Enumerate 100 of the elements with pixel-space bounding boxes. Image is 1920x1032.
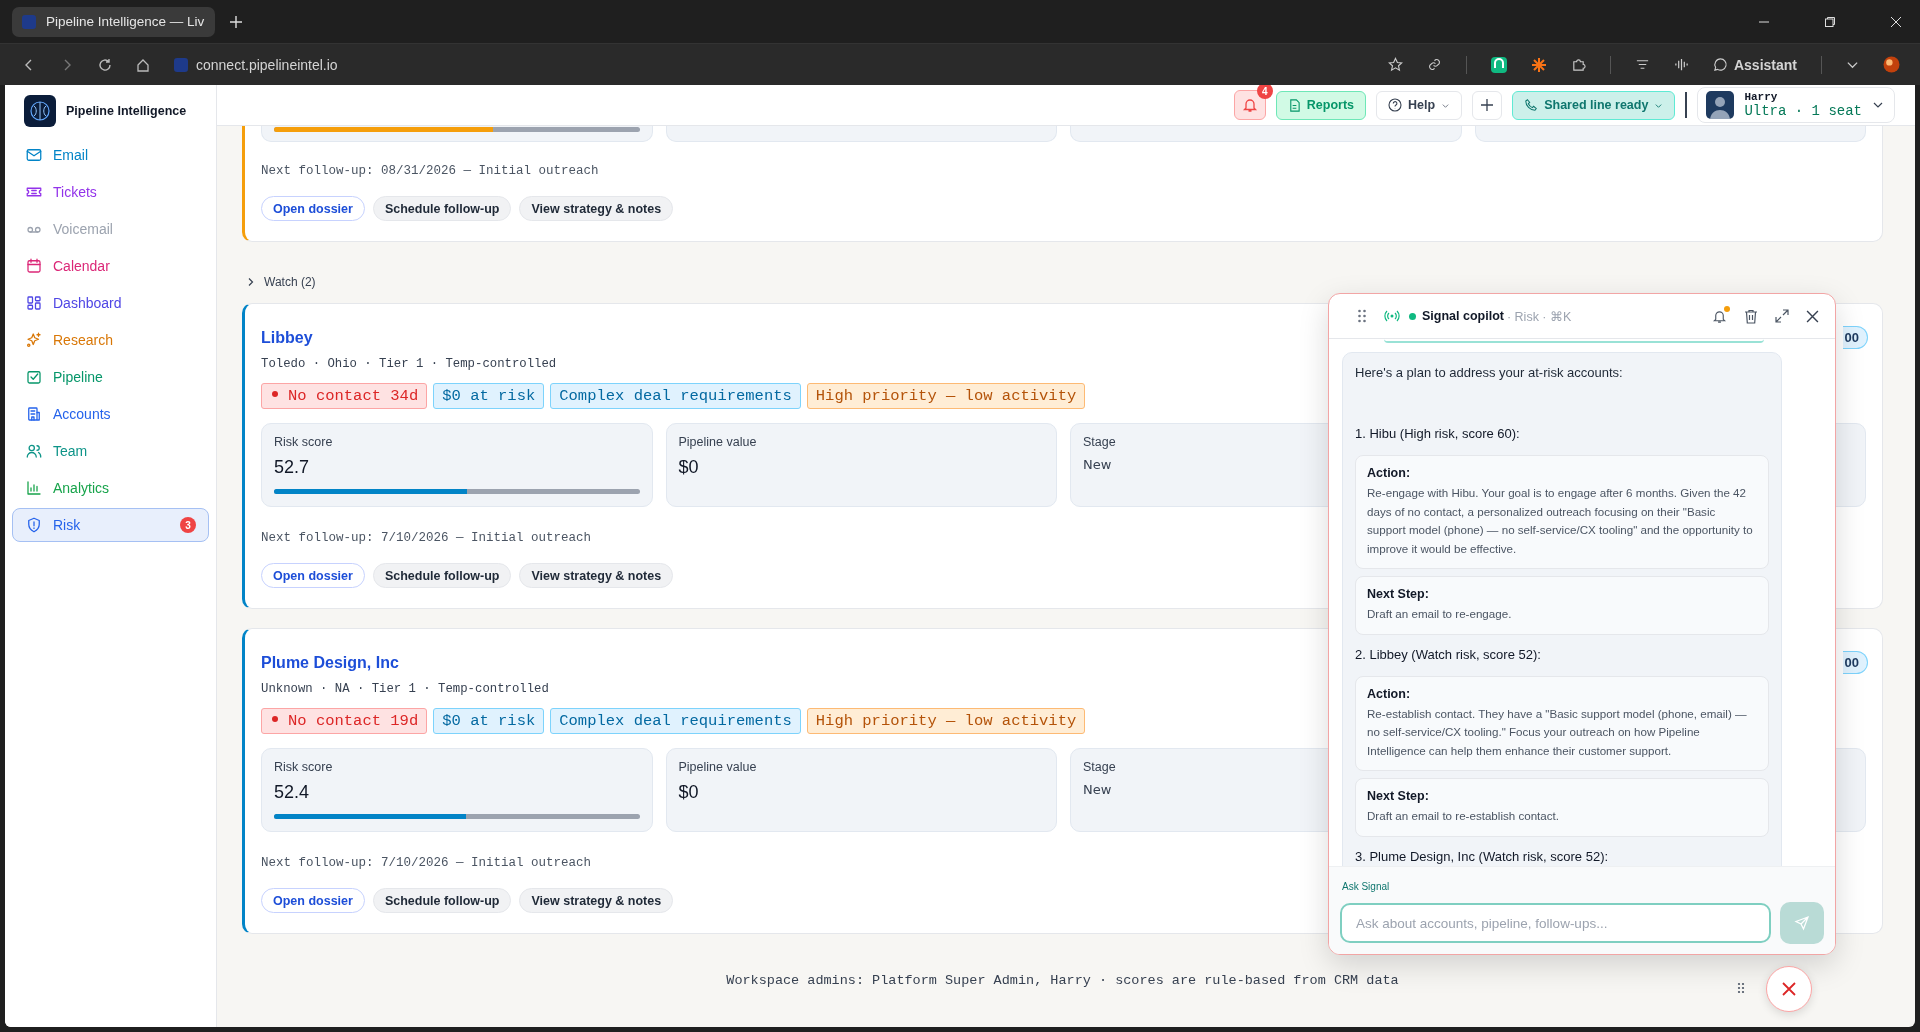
stat-label: Risk score [274, 760, 333, 774]
building-icon [25, 405, 43, 423]
link-icon[interactable] [1426, 57, 1442, 72]
next-follow-up: Next follow-up: 08/31/2026 — Initial outreach [261, 164, 599, 178]
user-menu[interactable]: Harry Ultra · 1 seat [1697, 87, 1895, 123]
plan-heading: 3. Plume Design, Inc (Watch risk, score 52): [1355, 848, 1610, 864]
sidebar-item[interactable]: Calendar [12, 249, 209, 283]
broadcast-icon [1384, 310, 1400, 322]
help-button[interactable]: Help [1376, 90, 1463, 120]
value-badge: 00 [1842, 651, 1868, 674]
stat-label: Pipeline value [678, 760, 757, 774]
sidebar-item[interactable]: Pipeline [12, 360, 209, 394]
profile-icon[interactable] [1883, 56, 1900, 73]
site-icon [174, 57, 188, 72]
brain-logo-icon [24, 95, 56, 127]
account-meta: Unknown · NA · Tier 1 · Temp-controlled [261, 682, 549, 696]
stat-value: New [1083, 782, 1112, 797]
sidebar-item[interactable]: Team [12, 434, 209, 468]
checkbox-icon [25, 368, 43, 386]
risk-tag: No contact 19d [261, 708, 428, 734]
trash-icon[interactable] [1744, 308, 1758, 324]
plus-icon [1480, 98, 1495, 112]
card-action-button[interactable]: Open dossier [261, 563, 365, 588]
risk-tag: No contact 34d [261, 383, 428, 409]
new-tab-icon[interactable] [229, 14, 243, 29]
account-name-link[interactable]: Libbey [261, 328, 313, 347]
chat-input-field[interactable]: Ask about accounts, pipeline, follow-ups... [1340, 903, 1771, 943]
calendar-icon [25, 257, 43, 275]
extension-icon[interactable] [1490, 56, 1507, 73]
stat-value: 52.7 [274, 457, 310, 478]
avatar-icon [1706, 91, 1735, 119]
sidebar-item[interactable]: Accounts [12, 397, 209, 431]
step-title: Action: [1367, 466, 1412, 480]
help-icon [1388, 98, 1403, 112]
account-meta: Toledo · Ohio · Tier 1 · Temp-controlled [261, 357, 557, 371]
card-action-button[interactable]: Schedule follow-up [372, 196, 512, 221]
star-icon[interactable] [1387, 57, 1403, 72]
card-action-button[interactable]: Schedule follow-up [372, 563, 512, 588]
dashboard-icon [25, 294, 43, 312]
expand-icon[interactable] [1775, 309, 1789, 323]
address-field[interactable]: connect.pipelineintel.io [196, 56, 338, 73]
risk-tag: High priority — low activity [806, 383, 1086, 409]
close-icon [1781, 981, 1797, 997]
card-action-button[interactable]: View strategy & notes [519, 196, 674, 221]
message-text: Here's a plan to address your at-risk accounts: [1355, 365, 1624, 380]
sparkle-icon [25, 331, 43, 349]
send-icon [1794, 915, 1810, 931]
browser-tab[interactable]: Pipeline Intelligence — Liv [12, 6, 215, 37]
puzzle-icon[interactable] [1570, 57, 1586, 72]
card-action-button[interactable]: Open dossier [261, 888, 365, 913]
stat-value: $0 [678, 457, 699, 478]
sidebar-item[interactable]: Email [12, 138, 209, 172]
stat-value: 52.4 [274, 782, 310, 803]
assistant-button[interactable]: Assistant [1712, 56, 1797, 73]
shield-icon [25, 516, 43, 534]
card-action-button[interactable]: Schedule follow-up [372, 888, 512, 913]
bell-icon [1241, 97, 1258, 113]
bar-chart-icon [25, 479, 43, 497]
close-icon[interactable] [1806, 309, 1819, 323]
line-status-button[interactable]: Shared line ready [1512, 90, 1676, 120]
chevron-right-icon [246, 277, 256, 287]
count-badge: 3 [180, 517, 196, 533]
input-label: Ask Signal [1342, 881, 1391, 892]
risk-tag: Complex deal requirements [550, 708, 801, 734]
sidebar-item[interactable]: Risk 3 [12, 508, 209, 542]
step-title: Next Step: [1367, 789, 1430, 804]
restore-icon[interactable] [1824, 15, 1836, 28]
drag-handle-icon[interactable] [1357, 309, 1367, 323]
card-action-button[interactable]: View strategy & notes [519, 563, 674, 588]
waveform-icon[interactable] [1673, 57, 1689, 72]
alert-dot-icon [272, 391, 278, 397]
panel-title: Signal copilot [1422, 309, 1504, 323]
stat-value: $0 [678, 782, 699, 803]
add-button[interactable] [1472, 90, 1503, 120]
account-name-link[interactable]: Plume Design, Inc [261, 653, 399, 672]
sidebar-item[interactable]: Dashboard [12, 286, 209, 320]
next-follow-up: Next follow-up: 7/10/2026 — Initial outreach [261, 531, 592, 545]
people-icon [25, 442, 43, 460]
step-title: Next Step: [1367, 587, 1430, 602]
app-name: Pipeline Intelligence [66, 104, 187, 118]
notifications-button[interactable] [1712, 308, 1727, 324]
step-title: Action: [1367, 686, 1412, 701]
risk-tag: $0 at risk [433, 383, 545, 409]
asterisk-icon[interactable] [1530, 56, 1547, 73]
stat-value: New [1083, 457, 1112, 472]
chat-icon [1712, 57, 1728, 72]
card-action-button[interactable]: View strategy & notes [519, 888, 674, 913]
drag-handle-icon[interactable] [1737, 982, 1745, 994]
sidebar-item[interactable]: Tickets [12, 175, 209, 209]
card-action-button[interactable]: Open dossier [261, 196, 365, 221]
list-icon[interactable] [1634, 57, 1650, 72]
footer-note: Workspace admins: Platform Super Admin, Harry · scores are rule-based from CRM data [726, 973, 1399, 988]
close-copilot-button[interactable] [1766, 966, 1812, 1012]
risk-tag: $0 at risk [433, 708, 545, 734]
home-icon[interactable] [136, 57, 150, 72]
reload-icon[interactable] [98, 57, 112, 72]
group-toggle[interactable]: Watch (2) [246, 275, 1883, 289]
stat-label: Stage [1083, 760, 1116, 774]
notification-badge: 4 [1256, 85, 1273, 99]
stat-label: Pipeline value [678, 435, 757, 449]
